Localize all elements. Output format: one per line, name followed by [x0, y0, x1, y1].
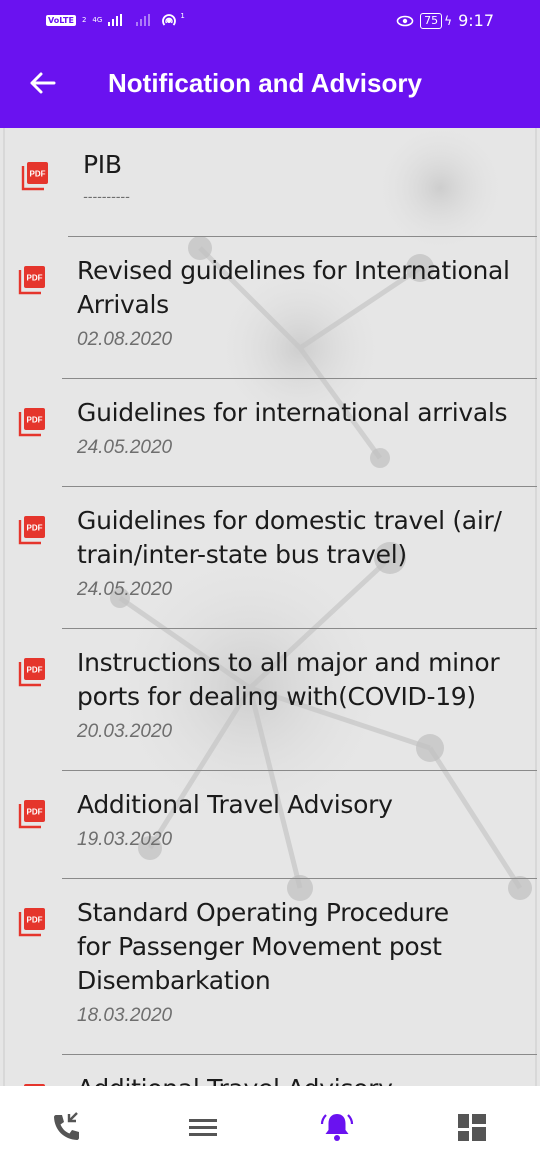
hotspot-icon: [162, 14, 177, 26]
item-title: Additional Travel Advisory: [77, 1072, 517, 1086]
battery-level: 75: [420, 12, 443, 29]
item-date: 24.05.2020: [77, 579, 173, 600]
list-item[interactable]: PDF Additional Travel Advisory: [0, 1055, 540, 1086]
item-title: Additional Travel Advisory: [77, 790, 393, 819]
pdf-file-icon: PDF: [18, 658, 45, 687]
hotspot-count: 1: [180, 12, 185, 20]
svg-text:PDF: PDF: [27, 666, 43, 675]
status-left: VoLTE 2 4G 1: [46, 12, 185, 28]
item-date: 19.03.2020: [77, 829, 173, 850]
svg-text:PDF: PDF: [27, 274, 43, 283]
item-title: Revised guidelines for International Arr…: [77, 256, 510, 319]
advisory-list-container[interactable]: PDF PIB ---------- PDF Revised guideline…: [0, 128, 540, 1086]
status-bar: VoLTE 2 4G 1 75 ϟ 9:17: [0, 0, 540, 42]
item-date: 02.08.2020: [77, 329, 173, 350]
dashboard-icon[interactable]: [455, 1110, 489, 1144]
item-date: 24.05.2020: [77, 437, 173, 458]
pdf-file-icon: PDF: [18, 266, 45, 295]
status-right: 75 ϟ 9:17: [396, 11, 494, 30]
pdf-file-icon: PDF: [18, 800, 45, 829]
app-bar: Notification and Advisory: [0, 42, 540, 128]
item-title: PIB: [83, 150, 122, 179]
list-item[interactable]: PDF Revised guidelines for International…: [0, 237, 540, 378]
notification-bell-icon[interactable]: [320, 1110, 354, 1144]
clock: 9:17: [458, 11, 494, 30]
phone-call-icon[interactable]: [50, 1110, 84, 1144]
page-title: Notification and Advisory: [108, 68, 422, 98]
list-item[interactable]: PDF Additional Travel Advisory 19.03.202…: [0, 771, 540, 878]
item-date: 20.03.2020: [77, 721, 173, 742]
sim-slot: 2: [81, 16, 87, 24]
list-item[interactable]: PDF Instructions to all major and minor …: [0, 629, 540, 770]
item-date: 18.03.2020: [77, 1005, 173, 1026]
item-date: ----------: [83, 188, 130, 204]
signal-icon: [108, 14, 123, 26]
item-title: Standard Operating Procedure for Passeng…: [77, 898, 449, 995]
bottom-navigation: [0, 1086, 540, 1170]
item-title: Guidelines for international arrivals: [77, 398, 508, 427]
pdf-file-icon: PDF: [21, 162, 48, 191]
menu-icon[interactable]: [186, 1110, 220, 1144]
pdf-file-icon: PDF: [18, 516, 45, 545]
back-arrow-icon[interactable]: [26, 66, 60, 100]
eye-comfort-icon: [396, 15, 414, 26]
list-item[interactable]: PDF Guidelines for domestic travel (air/…: [0, 487, 540, 628]
pdf-file-icon: PDF: [18, 908, 45, 937]
pdf-file-icon: PDF: [18, 408, 45, 437]
list-item[interactable]: PDF PIB ----------: [0, 128, 540, 236]
svg-text:PDF: PDF: [30, 170, 46, 179]
item-title: Instructions to all major and minor port…: [77, 648, 500, 711]
volte-badge: VoLTE: [46, 14, 76, 26]
svg-text:PDF: PDF: [27, 524, 43, 533]
svg-text:PDF: PDF: [27, 808, 43, 817]
network-type: 4G: [92, 16, 103, 24]
charging-icon: ϟ: [444, 13, 453, 28]
svg-text:PDF: PDF: [27, 416, 43, 425]
svg-text:PDF: PDF: [27, 916, 43, 925]
item-title: Guidelines for domestic travel (air/ tra…: [77, 506, 502, 569]
list-item[interactable]: PDF Guidelines for international arrival…: [0, 379, 540, 486]
list-item[interactable]: PDF Standard Operating Procedure for Pas…: [0, 879, 540, 1054]
signal-2-icon: [136, 14, 151, 26]
